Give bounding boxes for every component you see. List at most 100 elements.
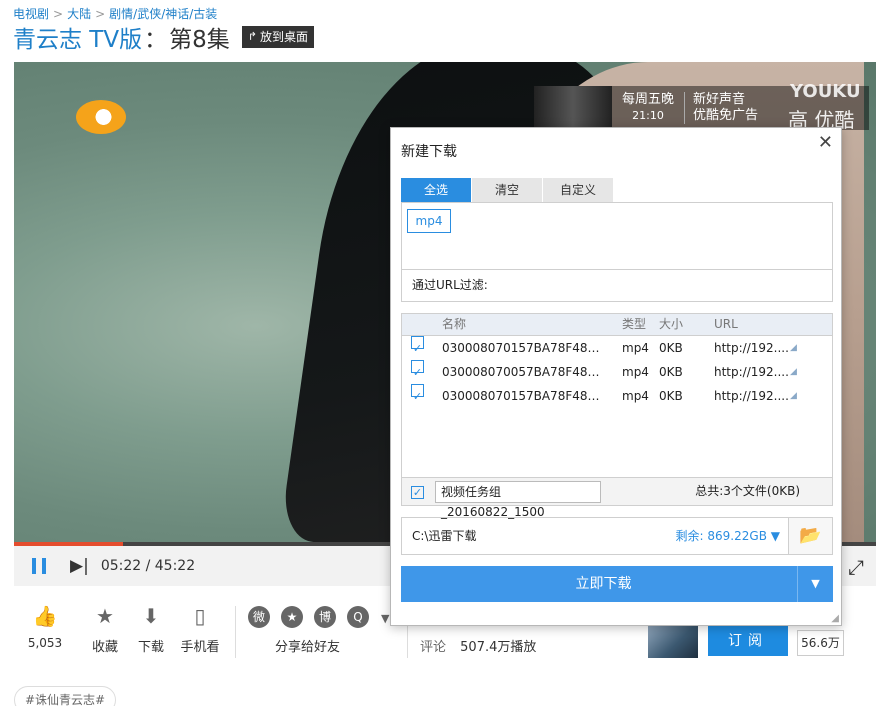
resize-grip-icon: ◢ (790, 391, 797, 401)
qq-icon[interactable]: Q (347, 606, 369, 628)
breadcrumb-tv[interactable]: 电视剧 (13, 7, 49, 21)
url-filter-field[interactable]: 通过URL过滤: (401, 269, 833, 302)
save-path: C:\迅雷下载 (412, 529, 477, 543)
dialog-resize-grip-icon[interactable]: ◢ (831, 613, 839, 624)
channel-logo-icon (76, 100, 126, 134)
browse-folder-button[interactable]: 📂 (788, 517, 833, 555)
watch-on-mobile-button[interactable]: ▯ 手机看 (175, 604, 225, 655)
row-checkbox[interactable]: ✓ (411, 360, 424, 379)
row-checkbox[interactable]: ✓ (411, 384, 424, 403)
fullscreen-icon[interactable]: ⤢ (848, 555, 864, 579)
add-to-desktop-label: 放到桌面 (259, 30, 308, 44)
task-group-name-input[interactable]: 视频任务组_20160822_1500 (435, 481, 601, 519)
video-stats: 评论 507.4万播放 (420, 636, 536, 655)
column-size[interactable]: 大小 (659, 314, 683, 335)
file-size: 0KB (659, 365, 683, 379)
file-name: 030008070157BA78F48613... (442, 389, 607, 403)
topic-tag[interactable]: #诛仙青云志# (14, 686, 117, 706)
resize-grip-icon: ◢ (790, 367, 797, 377)
extension-tag-mp4[interactable]: mp4 (407, 209, 451, 233)
subscriber-count: 56.6万 (797, 630, 844, 656)
page-title: 青云志 TV版 ： 第8集 ↱ 放到桌面 (13, 20, 314, 54)
task-group-bar: ✓ 视频任务组_20160822_1500 总共:3个文件(0KB) (401, 477, 833, 519)
column-name[interactable]: 名称 (442, 314, 607, 335)
mobile-phone-icon: ▯ (194, 604, 206, 628)
favorite-label: 收藏 (91, 640, 118, 655)
chevron-down-icon: ▼ (811, 577, 820, 590)
file-type: mp4 (622, 365, 649, 379)
like-count: 5,053 (27, 636, 63, 650)
select-all-checkbox[interactable]: ✓ (411, 486, 424, 499)
free-space: 剩余: 869.22GB ▼ (676, 518, 780, 554)
download-options-button[interactable]: ▼ (797, 566, 833, 602)
chevron-down-icon[interactable]: ▼ (771, 529, 780, 543)
file-name: 030008070157BA78F48613... (442, 341, 607, 355)
promo-day: 每周五晚 (622, 92, 675, 107)
file-url: http://192.... (714, 389, 789, 403)
resize-grip-icon: ◢ (790, 343, 797, 353)
promo-time: 21:10 (632, 109, 664, 122)
promo-text: 新好声音 优酷免广告 (685, 92, 758, 124)
file-size: 0KB (659, 341, 683, 355)
promo-line-2: 优酷免广告 (693, 108, 759, 123)
filter-tabs: 全选 清空 自定义 (401, 178, 614, 202)
add-to-desktop-button[interactable]: ↱ 放到桌面 (241, 26, 314, 48)
title-separator: ： (144, 27, 168, 53)
star-icon: ★ (96, 604, 114, 628)
qzone-icon[interactable]: ★ (281, 606, 303, 628)
file-url: http://192.... (714, 341, 789, 355)
table-row[interactable]: ✓ 030008070157BA78F48613... mp4 0KB http… (402, 384, 832, 408)
breadcrumb-region[interactable]: 大陆 (67, 7, 91, 21)
dialog-title: 新建下载 (401, 144, 457, 160)
share-more-icon[interactable]: ▼ (381, 612, 389, 625)
episode-title: 第8集 (169, 27, 230, 53)
column-type[interactable]: 类型 (622, 314, 646, 335)
thumbs-up-icon: 👍 (32, 604, 58, 628)
download-icon: ⬇ (142, 604, 160, 628)
shortcut-arrow-icon: ↱ (247, 30, 257, 43)
new-download-dialog: 新建下载 ✕ 全选 清空 自定义 mp4 通过URL过滤: 名称 类型 大小 U… (390, 127, 842, 626)
select-all-tab[interactable]: 全选 (401, 178, 471, 202)
subscribe-button[interactable]: 订阅 (708, 626, 788, 656)
clear-tab[interactable]: 清空 (472, 178, 542, 202)
promo-schedule: 每周五晚 21:10 (612, 92, 686, 124)
folder-icon: 📂 (799, 525, 822, 546)
promo-thumbnail (534, 86, 612, 130)
download-button[interactable]: ⬇ 下载 (126, 604, 176, 655)
file-name: 030008070057BA78F48613... (442, 365, 607, 379)
comments-link[interactable]: 评论 (420, 640, 446, 655)
free-space-value: 剩余: 869.22GB (675, 529, 767, 543)
custom-tab[interactable]: 自定义 (543, 178, 613, 202)
mobile-label: 手机看 (180, 640, 220, 655)
weibo-icon[interactable]: 博 (314, 606, 336, 628)
file-size: 0KB (659, 389, 683, 403)
like-button[interactable]: 👍 5,053 (20, 604, 70, 650)
table-row[interactable]: ✓ 030008070057BA78F48613... mp4 0KB http… (402, 360, 832, 384)
file-total: 总共:3个文件(0KB) (695, 484, 800, 498)
extension-filter-box: mp4 (401, 202, 833, 270)
wechat-icon[interactable]: 微 (248, 606, 270, 628)
file-list-header: 名称 类型 大小 URL (402, 314, 832, 336)
show-title[interactable]: 青云志 TV版 (13, 20, 142, 54)
file-type: mp4 (622, 341, 649, 355)
pause-icon[interactable] (32, 558, 46, 574)
close-icon[interactable]: ✕ (818, 132, 833, 153)
share-icons: 微 ★ 博 Q (248, 606, 369, 628)
download-label: 下载 (137, 640, 164, 655)
column-url[interactable]: URL (714, 314, 738, 335)
save-path-select[interactable]: C:\迅雷下载 剩余: 869.22GB ▼ (401, 517, 789, 555)
table-row[interactable]: ✓ 030008070157BA78F48613... mp4 0KB http… (402, 336, 832, 360)
file-type: mp4 (622, 389, 649, 403)
youku-watermark: YOUKU (790, 81, 861, 102)
play-count: 507.4万播放 (460, 640, 537, 655)
next-episode-icon[interactable]: ▶| (70, 556, 89, 576)
favorite-button[interactable]: ★ 收藏 (80, 604, 130, 655)
download-now-button[interactable]: 立即下载 (401, 566, 806, 602)
file-url: http://192.... (714, 365, 789, 379)
breadcrumb-genre[interactable]: 剧情/武侠/神话/古装 (109, 7, 217, 21)
divider (235, 606, 236, 658)
promo-line-1: 新好声音 (693, 92, 746, 107)
row-checkbox[interactable]: ✓ (411, 336, 424, 355)
share-label: 分享给好友 (275, 640, 341, 655)
playback-time: 05:22 / 45:22 (100, 558, 196, 574)
